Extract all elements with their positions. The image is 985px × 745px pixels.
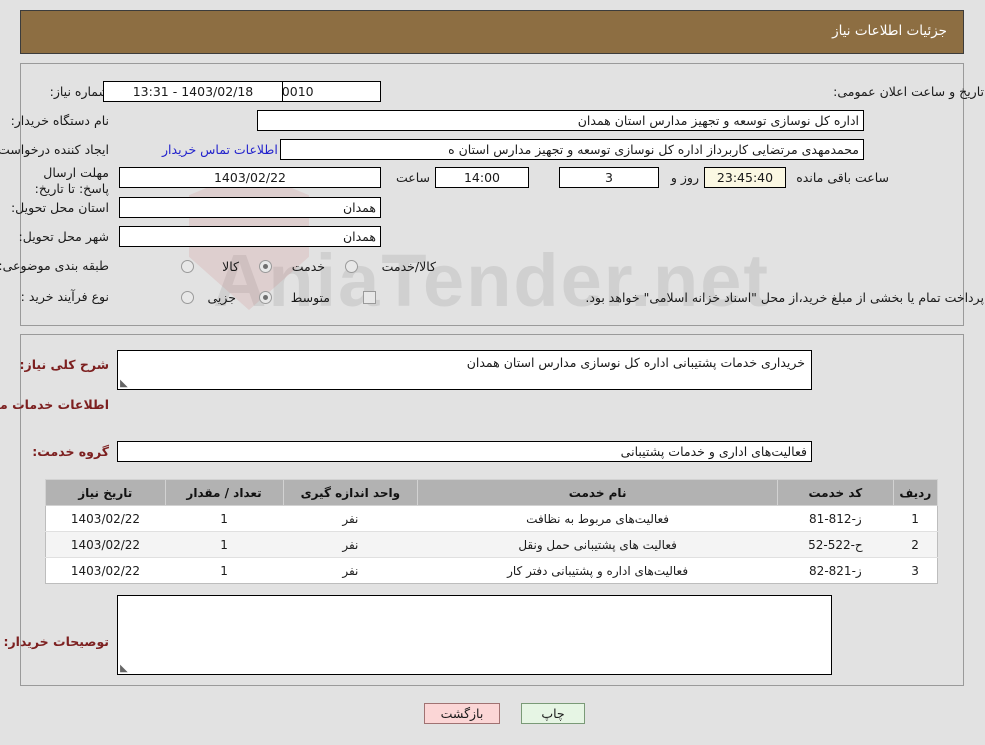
buyer-org-label: نام دستگاه خریدار: — [11, 113, 110, 128]
public-announce-value: 1403/02/18 - 13:31 — [104, 81, 284, 102]
table-row: 2 ح-522-52 فعالیت های پشتیبانی حمل ونقل … — [46, 531, 939, 558]
resize-handle-icon[interactable]: ◢ — [121, 378, 130, 389]
deadline-hour-label: ساعت — [396, 170, 431, 185]
cell-row-number: 1 — [894, 505, 939, 532]
buyer-notes-textarea[interactable]: ◢ — [118, 595, 833, 675]
general-description-label: شرح کلی نیاز: — [20, 357, 110, 372]
service-group-label: گروه خدمت: — [33, 444, 110, 459]
print-button[interactable]: چاپ — [522, 703, 586, 724]
deadline-days-label: روز و — [671, 170, 700, 185]
delivery-city-label: شهر محل تحویل: — [19, 229, 110, 244]
back-button[interactable]: بازگشت — [425, 703, 501, 724]
general-description-textarea[interactable]: خریداری خدمات پشتیبانی اداره کل نوسازی م… — [118, 350, 813, 390]
column-header-unit: واحد اندازه گیری — [283, 479, 420, 506]
cell-quantity: 1 — [166, 505, 285, 532]
cell-need-date: 1403/02/22 — [46, 557, 166, 584]
buyer-notes-label: توصیحات خریدار: — [4, 634, 110, 649]
cell-service-code: ح-522-52 — [778, 531, 895, 558]
radio-category-goods[interactable] — [182, 260, 195, 273]
islamic-treasury-label: پرداخت تمام یا بخشی از مبلغ خرید،از محل … — [586, 290, 985, 305]
public-announce-label-visible: تاریخ و ساعت اعلان عمومی: — [834, 84, 985, 99]
table-row: 1 ز-812-81 فعالیت‌های مربوط به نظافت نفر… — [46, 505, 939, 532]
buyer-contact-link[interactable]: اطلاعات تماس خریدار — [163, 142, 279, 157]
subject-category-label: طبقه بندی موضوعی: — [0, 258, 110, 273]
column-header-quantity: تعداد / مقدار — [165, 479, 285, 506]
table-header-row: ردیف کد خدمت نام خدمت واحد اندازه گیری ت… — [46, 479, 940, 506]
deadline-label: مهلت ارسال پاسخ: تا تاریخ: — [35, 165, 110, 196]
delivery-province-value: همدان — [120, 197, 382, 218]
cell-service-code: ز-812-81 — [778, 505, 895, 532]
service-group-value: فعالیت‌های اداری و خدمات پشتیبانی — [118, 441, 813, 462]
deadline-date-value: 1403/02/22 — [120, 167, 382, 188]
delivery-province-label: استان محل تحویل: — [11, 200, 110, 215]
countdown-timer-value: 23:45:40 — [705, 167, 787, 188]
cell-unit: نفر — [284, 505, 419, 532]
cell-service-name: فعالیت های پشتیبانی حمل ونقل — [418, 531, 779, 558]
need-info-panel — [21, 63, 965, 326]
delivery-city-value: همدان — [120, 226, 382, 247]
radio-category-service-label: خدمت — [292, 259, 326, 274]
general-description-value: خریداری خدمات پشتیبانی اداره کل نوسازی م… — [467, 355, 806, 370]
cell-need-date: 1403/02/22 — [46, 505, 166, 532]
page-header-bar: جزئیات اطلاعات نیاز — [21, 10, 965, 54]
column-header-row-number: ردیف — [893, 479, 940, 506]
column-header-service-name: نام خدمت — [418, 479, 780, 506]
cell-service-code: ز-821-82 — [778, 557, 895, 584]
request-creator-value: محمدمهدی مرتضایی کاربرداز اداره کل نوساز… — [281, 139, 865, 160]
cell-quantity: 1 — [166, 557, 285, 584]
table-row: 3 ز-821-82 فعالیت‌های اداره و پشتیبانی د… — [46, 557, 939, 584]
page-title: جزئیات اطلاعات نیاز — [833, 23, 948, 39]
column-header-service-code: کد خدمت — [778, 479, 895, 506]
services-table: ردیف کد خدمت نام خدمت واحد اندازه گیری ت… — [46, 479, 940, 584]
radio-category-goods-service-label: کالا/خدمت — [382, 259, 437, 274]
request-creator-label: ایجاد کننده درخواست: — [0, 142, 110, 157]
column-header-need-date: تاریخ نیاز — [46, 479, 167, 506]
radio-category-goods-service[interactable] — [346, 260, 359, 273]
services-info-heading: اطلاعات خدمات مورد نیاز — [0, 397, 110, 412]
radio-category-goods-label: کالا — [223, 259, 240, 274]
deadline-time-value: 14:00 — [436, 167, 530, 188]
cell-quantity: 1 — [166, 531, 285, 558]
need-number-label: شماره نیاز: — [50, 84, 110, 99]
resize-handle-icon[interactable]: ◢ — [121, 663, 130, 674]
cell-service-name: فعالیت‌های مربوط به نظافت — [418, 505, 779, 532]
buyer-org-value: اداره کل نوسازی توسعه و تجهیز مدارس استا… — [258, 110, 865, 131]
countdown-label: ساعت باقی مانده — [797, 170, 890, 185]
cell-unit: نفر — [284, 531, 419, 558]
cell-need-date: 1403/02/22 — [46, 531, 166, 558]
cell-service-name: فعالیت‌های اداره و پشتیبانی دفتر کار — [418, 557, 779, 584]
radio-category-service[interactable] — [260, 260, 273, 273]
cell-row-number: 3 — [894, 557, 939, 584]
purchase-process-label: نوع فرآیند خرید : — [21, 289, 110, 304]
cell-unit: نفر — [284, 557, 419, 584]
cell-row-number: 2 — [894, 531, 939, 558]
deadline-days-value: 3 — [560, 167, 660, 188]
